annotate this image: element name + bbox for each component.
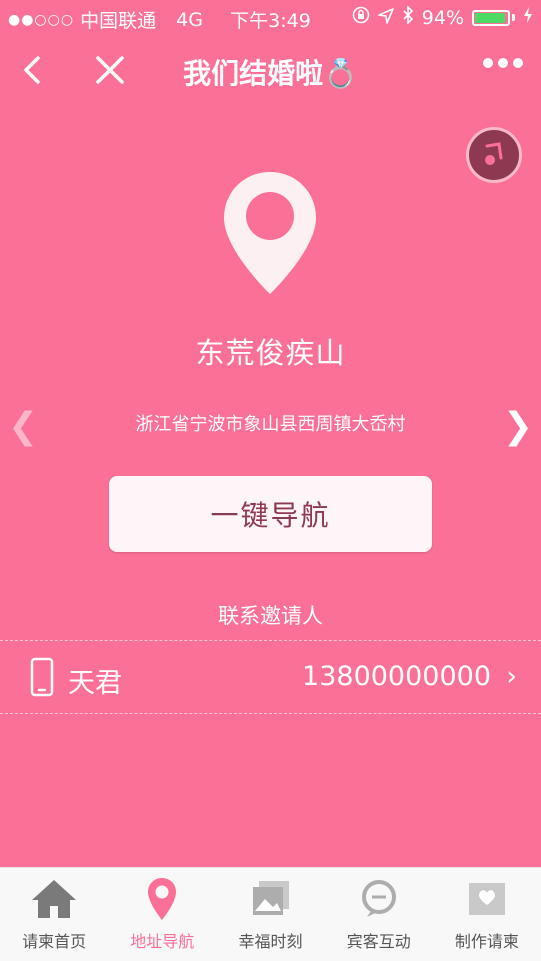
tab-label: 幸福时刻	[238, 932, 303, 951]
contact-section-title: 联系邀请人	[218, 604, 323, 628]
location-pin-icon	[137, 876, 187, 922]
tab-label: 请柬首页	[22, 932, 87, 951]
back-button[interactable]	[14, 50, 54, 90]
more-dots-icon	[483, 58, 493, 68]
tab-invitation-home[interactable]: 请柬首页	[0, 868, 108, 961]
status-bar: ●●○○○ 中国联通 4G 下午3:49 94%	[0, 0, 541, 36]
location-arrow-icon	[377, 7, 394, 29]
chevron-left-icon	[24, 56, 40, 84]
chevron-right-icon: ›	[506, 661, 517, 692]
tab-label: 地址导航	[130, 932, 195, 951]
close-icon	[96, 56, 124, 84]
home-icon	[29, 876, 79, 922]
clock: 下午3:49	[230, 10, 311, 32]
tab-address-navigation[interactable]: 地址导航	[108, 868, 216, 961]
chat-icon	[354, 876, 404, 922]
tab-guest-interaction[interactable]: 宾客互动	[325, 868, 433, 961]
mobile-phone-icon	[30, 657, 54, 697]
more-options-button[interactable]	[483, 58, 523, 68]
nav-bar: 我们结婚啦💍	[0, 36, 541, 108]
battery-percent: 94%	[421, 6, 464, 29]
battery-icon	[472, 9, 510, 26]
contact-phone-number[interactable]: 13800000000	[302, 661, 491, 692]
rotation-lock-icon	[352, 6, 370, 29]
tab-happy-moments[interactable]: 幸福时刻	[216, 868, 324, 961]
location-pin-icon	[224, 172, 316, 294]
music-toggle-button[interactable]	[466, 127, 522, 183]
tab-label: 制作请柬	[454, 932, 519, 951]
music-note-icon	[485, 142, 503, 165]
venue-address: 浙江省宁波市象山县西周镇大岙村	[135, 414, 406, 435]
battery-fill	[475, 12, 505, 23]
tab-bar: 请柬首页 地址导航 幸福时刻 宾客互动 制作请柬	[0, 867, 541, 961]
contact-row[interactable]: 天君 13800000000 ›	[0, 640, 541, 714]
charging-icon	[523, 6, 533, 29]
contact-name: 天君	[68, 668, 122, 699]
page-title: 我们结婚啦💍	[183, 57, 358, 90]
bluetooth-icon	[402, 5, 414, 29]
next-address-button[interactable]: ❯	[503, 406, 533, 447]
one-click-navigate-button[interactable]: 一键导航	[109, 476, 432, 552]
card-icon	[462, 876, 512, 922]
tab-label: 宾客互动	[346, 932, 411, 951]
tab-make-invitation[interactable]: 制作请柬	[433, 868, 541, 961]
close-button[interactable]	[90, 50, 130, 90]
photo-icon	[246, 876, 296, 922]
venue-name: 东荒俊疾山	[195, 336, 346, 370]
